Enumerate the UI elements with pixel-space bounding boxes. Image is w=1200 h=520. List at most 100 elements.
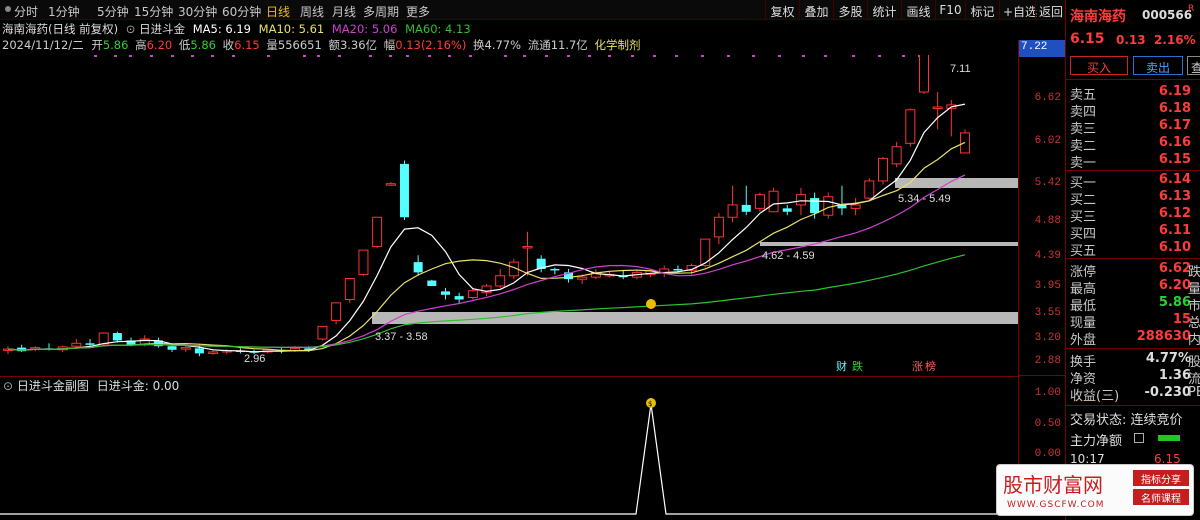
tab-5min[interactable]: 5分钟 xyxy=(97,3,129,20)
tag-zhang[interactable]: 涨 xyxy=(912,360,923,373)
sub-settings-icon[interactable]: ⊙ xyxy=(3,379,13,393)
event-marker xyxy=(191,55,194,57)
svg-text:$: $ xyxy=(648,400,652,408)
settings-icon[interactable]: ⊙ xyxy=(126,22,136,36)
ad-tag-course: 名师课程 xyxy=(1133,489,1189,505)
axis-divider xyxy=(1019,375,1066,376)
main-flow-label[interactable]: 主力净额 xyxy=(1070,430,1122,449)
price-pct: 2.16% xyxy=(1154,33,1196,47)
divider xyxy=(1066,348,1200,349)
amount-label: 额 xyxy=(328,38,340,52)
open-label: 开 xyxy=(91,38,103,52)
bid-row: 买二 6.13 xyxy=(1070,189,1200,208)
event-marker xyxy=(653,55,656,57)
tool-fuquan[interactable]: 复权 xyxy=(765,0,799,20)
candle xyxy=(481,283,492,297)
event-marker xyxy=(504,55,507,57)
sub-tick: 1.00 xyxy=(1034,387,1061,399)
tool-draw-line[interactable]: 画线 xyxy=(901,0,935,20)
tab-daily[interactable]: 日线 xyxy=(266,3,290,20)
sector-tag[interactable]: 化学制剂 xyxy=(594,38,640,52)
tool-mark[interactable]: 标记 xyxy=(965,0,999,20)
event-marker xyxy=(369,55,372,57)
kline-chart[interactable]: 7.11 2.96 3.37 - 3.58 4.62 - 4.59 5.34 -… xyxy=(0,55,1018,375)
zone1-label: 3.37 - 3.58 xyxy=(375,331,428,343)
candle xyxy=(454,292,464,303)
tab-weekly[interactable]: 周线 xyxy=(300,3,324,20)
dot-icon xyxy=(5,6,11,12)
event-marker xyxy=(701,55,704,57)
tool-multi-stock[interactable]: 多股 xyxy=(833,0,867,20)
tab-60min[interactable]: 60分钟 xyxy=(222,3,261,20)
tag-cai[interactable]: 财 xyxy=(836,359,847,373)
event-marker xyxy=(338,55,341,57)
event-marker xyxy=(150,55,153,57)
divider xyxy=(1066,170,1200,171)
event-marker xyxy=(171,55,174,57)
event-marker xyxy=(114,55,117,57)
close-value: 6.15 xyxy=(234,38,260,52)
sub-indicator-chart[interactable]: $ xyxy=(0,394,1018,520)
candle xyxy=(440,288,450,300)
event-marker xyxy=(129,55,132,57)
candle xyxy=(3,346,13,355)
candle xyxy=(850,198,861,216)
list-icon[interactable] xyxy=(1134,433,1144,443)
stock-name: 海南海药 xyxy=(1070,9,1126,25)
tag-bang[interactable]: 榜 xyxy=(925,359,936,373)
tool-add-watchlist[interactable]: +自选 xyxy=(999,0,1037,20)
tab-fenshi[interactable]: 分时 xyxy=(14,3,38,20)
stat-row: 外盘 288630 内 xyxy=(1070,329,1200,348)
event-marker xyxy=(727,55,730,57)
bid-price: 6.14 xyxy=(1158,172,1191,187)
candle xyxy=(358,249,369,276)
tool-overlay[interactable]: 叠加 xyxy=(799,0,833,20)
ma20-value: MA20: 5.06 xyxy=(331,22,398,36)
turnover-value: 4.77% xyxy=(484,38,522,52)
price-tick: 2.88 xyxy=(1034,355,1061,367)
bid-price: 6.12 xyxy=(1158,206,1191,221)
candle xyxy=(112,331,122,343)
ask-price: 6.15 xyxy=(1158,152,1191,167)
event-marker xyxy=(878,55,881,57)
last-price: 6.15 xyxy=(1070,31,1105,47)
price-change: 0.13 xyxy=(1116,33,1146,47)
buy-button[interactable]: 买入 xyxy=(1070,56,1128,75)
low-label: 低 xyxy=(178,38,191,52)
sell-button[interactable]: 卖出 xyxy=(1133,56,1183,75)
event-marker xyxy=(523,55,526,57)
tab-monthly[interactable]: 月线 xyxy=(332,3,356,20)
divider xyxy=(1066,258,1200,259)
indicator-name[interactable]: 日进斗金 xyxy=(139,22,185,36)
tool-f10[interactable]: F10 xyxy=(935,0,965,20)
candle xyxy=(618,270,628,280)
price-tick: 3.20 xyxy=(1034,332,1061,344)
zone2-label: 4.62 - 4.59 xyxy=(762,250,815,262)
tag-die[interactable]: 跌 xyxy=(852,359,863,373)
ask-row: 卖二 6.16 xyxy=(1070,135,1200,154)
stat-label: 收益(三) xyxy=(1070,389,1120,404)
tab-15min[interactable]: 15分钟 xyxy=(134,3,173,20)
candle xyxy=(932,92,943,130)
amount-value: 3.36亿 xyxy=(339,38,378,52)
vol-label: 量 xyxy=(266,38,278,52)
tab-multi-period[interactable]: 多周期 xyxy=(363,3,399,20)
bid-row: 买四 6.11 xyxy=(1070,223,1200,242)
support-zone-2 xyxy=(760,242,1018,246)
ask-row: 卖四 6.18 xyxy=(1070,101,1200,120)
tab-30min[interactable]: 30分钟 xyxy=(178,3,217,20)
tool-back[interactable]: 返回 xyxy=(1035,0,1065,20)
tool-statistics[interactable]: 统计 xyxy=(867,0,901,20)
candle xyxy=(754,192,765,212)
query-button[interactable]: 查 xyxy=(1187,56,1200,75)
event-marker xyxy=(778,55,781,57)
ma-info-line: 海南海药(日线 前复权) ⊙ 日进斗金 MA5: 6.19 MA10: 5.61… xyxy=(2,21,475,37)
tab-more[interactable]: 更多 xyxy=(406,3,430,20)
event-marker xyxy=(545,55,548,57)
price-tick: 3.55 xyxy=(1034,307,1061,319)
tab-1min[interactable]: 1分钟 xyxy=(48,3,80,20)
sub-chart-title[interactable]: 日进斗金副图 xyxy=(17,379,89,393)
candle xyxy=(522,231,533,276)
candle xyxy=(85,339,95,347)
candle xyxy=(331,302,342,325)
